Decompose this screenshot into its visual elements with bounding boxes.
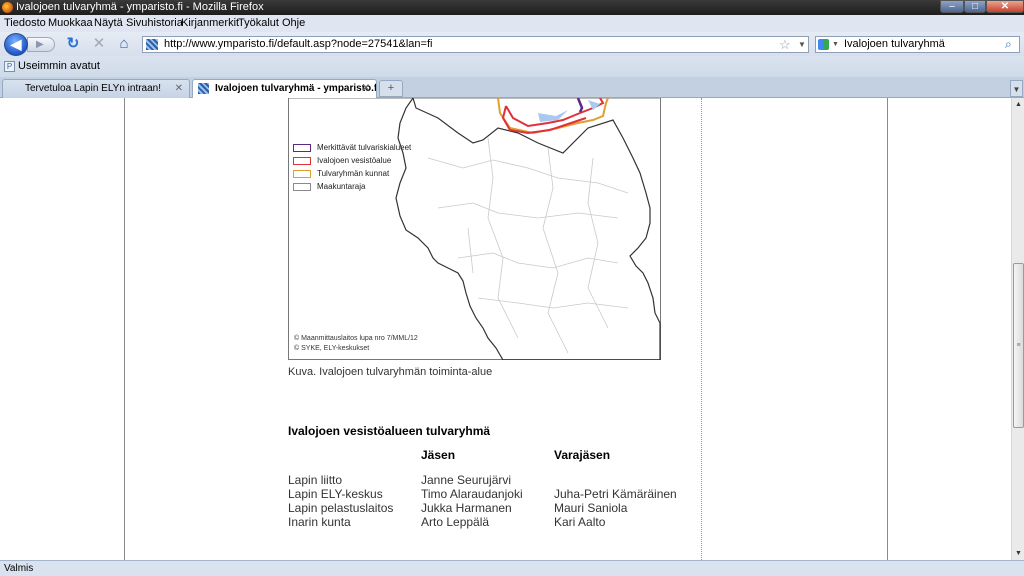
tab-favicon-icon [198, 83, 209, 94]
page-border [887, 98, 888, 560]
forward-button[interactable]: ▶ [27, 37, 55, 52]
section-heading: Ivalojoen vesistöalueen tulvaryhmä [288, 424, 491, 438]
menu-tiedosto[interactable]: Tiedosto [4, 15, 46, 32]
tab-list-dropdown-icon[interactable]: ▼ [1010, 80, 1023, 97]
home-icon[interactable]: ⌂ [115, 36, 133, 52]
url-dropdown-icon[interactable]: ▼ [798, 37, 806, 52]
scrollbar-thumb[interactable]: ≡ [1013, 263, 1024, 428]
window-titlebar: Ivalojoen tulvaryhmä - ymparisto.fi - Mo… [0, 0, 1024, 15]
address-bar[interactable]: http://www.ymparisto.fi/default.asp?node… [142, 36, 809, 53]
firefox-icon [2, 2, 13, 13]
bookmark-star-icon[interactable]: ☆ [779, 37, 791, 52]
close-window-button[interactable]: ✕ [986, 0, 1024, 13]
tab-close-icon[interactable]: ✕ [175, 80, 183, 97]
tab-close-icon[interactable]: ✕ [362, 80, 370, 97]
legend-swatch [293, 157, 311, 165]
vertical-scrollbar[interactable]: ▲ ≡ ▼ [1011, 98, 1024, 560]
org-cell: Lapin liitto [288, 473, 343, 487]
column-header-member: Jäsen [421, 448, 456, 462]
deputy-cell: Mauri Saniola [554, 501, 628, 515]
deputy-cell: Juha-Petri Kämäräinen [554, 487, 677, 501]
org-cell: Lapin pelastuslaitos [288, 501, 394, 515]
member-cell: Arto Leppälä [421, 515, 490, 529]
menu-tyokalut[interactable]: Työkalut [238, 15, 279, 32]
deputy-cell: Kari Aalto [554, 515, 606, 529]
member-cell: Jukka Harmanen [421, 501, 512, 515]
tab-label: Ivalojoen tulvaryhmä - ymparisto.fi [215, 83, 377, 94]
legend-swatch [293, 170, 311, 178]
org-cell: Lapin ELY-keskus [288, 487, 383, 501]
bookmark-most-visited[interactable]: Useimmin avatut [18, 56, 100, 77]
page-border [124, 98, 125, 560]
maximize-button[interactable]: □ [964, 0, 986, 13]
site-favicon-icon [146, 39, 158, 50]
window-title: Ivalojoen tulvaryhmä - ymparisto.fi - Mo… [16, 1, 264, 13]
url-text[interactable]: http://www.ymparisto.fi/default.asp?node… [164, 37, 432, 52]
minimize-button[interactable]: – [940, 0, 964, 13]
search-bar[interactable]: ▼ Ivalojoen tulvaryhmä ⌕ [815, 36, 1020, 53]
page-viewport: Merkittävät tulvariskialueet Ivalojoen v… [0, 98, 1011, 560]
scroll-up-icon[interactable]: ▲ [1012, 98, 1024, 111]
member-cell: Janne Seurujärvi [421, 473, 512, 487]
navigation-toolbar: ▶ ◀ ↻ ✕ ⌂ http://www.ymparisto.fi/defaul… [0, 32, 1024, 56]
map-credit: © SYKE, ELY-keskukset [294, 345, 370, 352]
column-divider [701, 98, 702, 560]
tab-lapin-ely[interactable]: Tervetuloa Lapin ELYn intraan! ✕ [2, 79, 190, 98]
back-button[interactable]: ◀ [4, 33, 28, 56]
menu-nayta[interactable]: Näytä [94, 15, 123, 32]
column-header-deputy: Varajäsen [554, 448, 611, 462]
menu-bar: Tiedosto Muokkaa Näytä Sivuhistoria Kirj… [0, 15, 1024, 32]
tab-ivalojoen[interactable]: Ivalojoen tulvaryhmä - ymparisto.fi ✕ [192, 79, 377, 99]
image-caption: Kuva. Ivalojoen tulvaryhmän toiminta-alu… [288, 366, 493, 378]
map-credit: © Maanmittauslaitos lupa nro 7/MML/12 [294, 335, 418, 342]
org-cell: Inarin kunta [288, 515, 351, 529]
menu-ohje[interactable]: Ohje [282, 15, 305, 32]
search-engine-icon[interactable] [818, 39, 829, 50]
stop-icon[interactable]: ✕ [90, 36, 108, 52]
search-icon[interactable]: ⌕ [1005, 37, 1012, 52]
area-map-image: Merkittävät tulvariskialueet Ivalojoen v… [288, 98, 662, 361]
new-tab-button[interactable]: + [379, 80, 403, 97]
reload-icon[interactable]: ↻ [64, 36, 82, 52]
menu-muokkaa[interactable]: Muokkaa [48, 15, 93, 32]
legend-swatch [293, 183, 311, 191]
tab-label: Tervetuloa Lapin ELYn intraan! [25, 83, 162, 94]
bookmarks-bar: P Useimmin avatut [0, 56, 1024, 77]
map-graphic [288, 98, 661, 361]
legend-swatch [293, 144, 311, 152]
scroll-down-icon[interactable]: ▼ [1012, 547, 1024, 560]
search-input[interactable]: Ivalojoen tulvaryhmä [844, 37, 945, 52]
menu-sivuhistoria[interactable]: Sivuhistoria [126, 15, 183, 32]
menu-kirjanmerkit[interactable]: Kirjanmerkit [181, 15, 239, 32]
tab-strip: Tervetuloa Lapin ELYn intraan! ✕ Ivalojo… [0, 77, 1024, 99]
status-bar: Valmis [0, 560, 1024, 576]
engine-dropdown-icon[interactable]: ▼ [832, 37, 839, 52]
bookmark-folder-icon: P [4, 61, 15, 72]
member-cell: Timo Alaraudanjoki [421, 487, 523, 501]
